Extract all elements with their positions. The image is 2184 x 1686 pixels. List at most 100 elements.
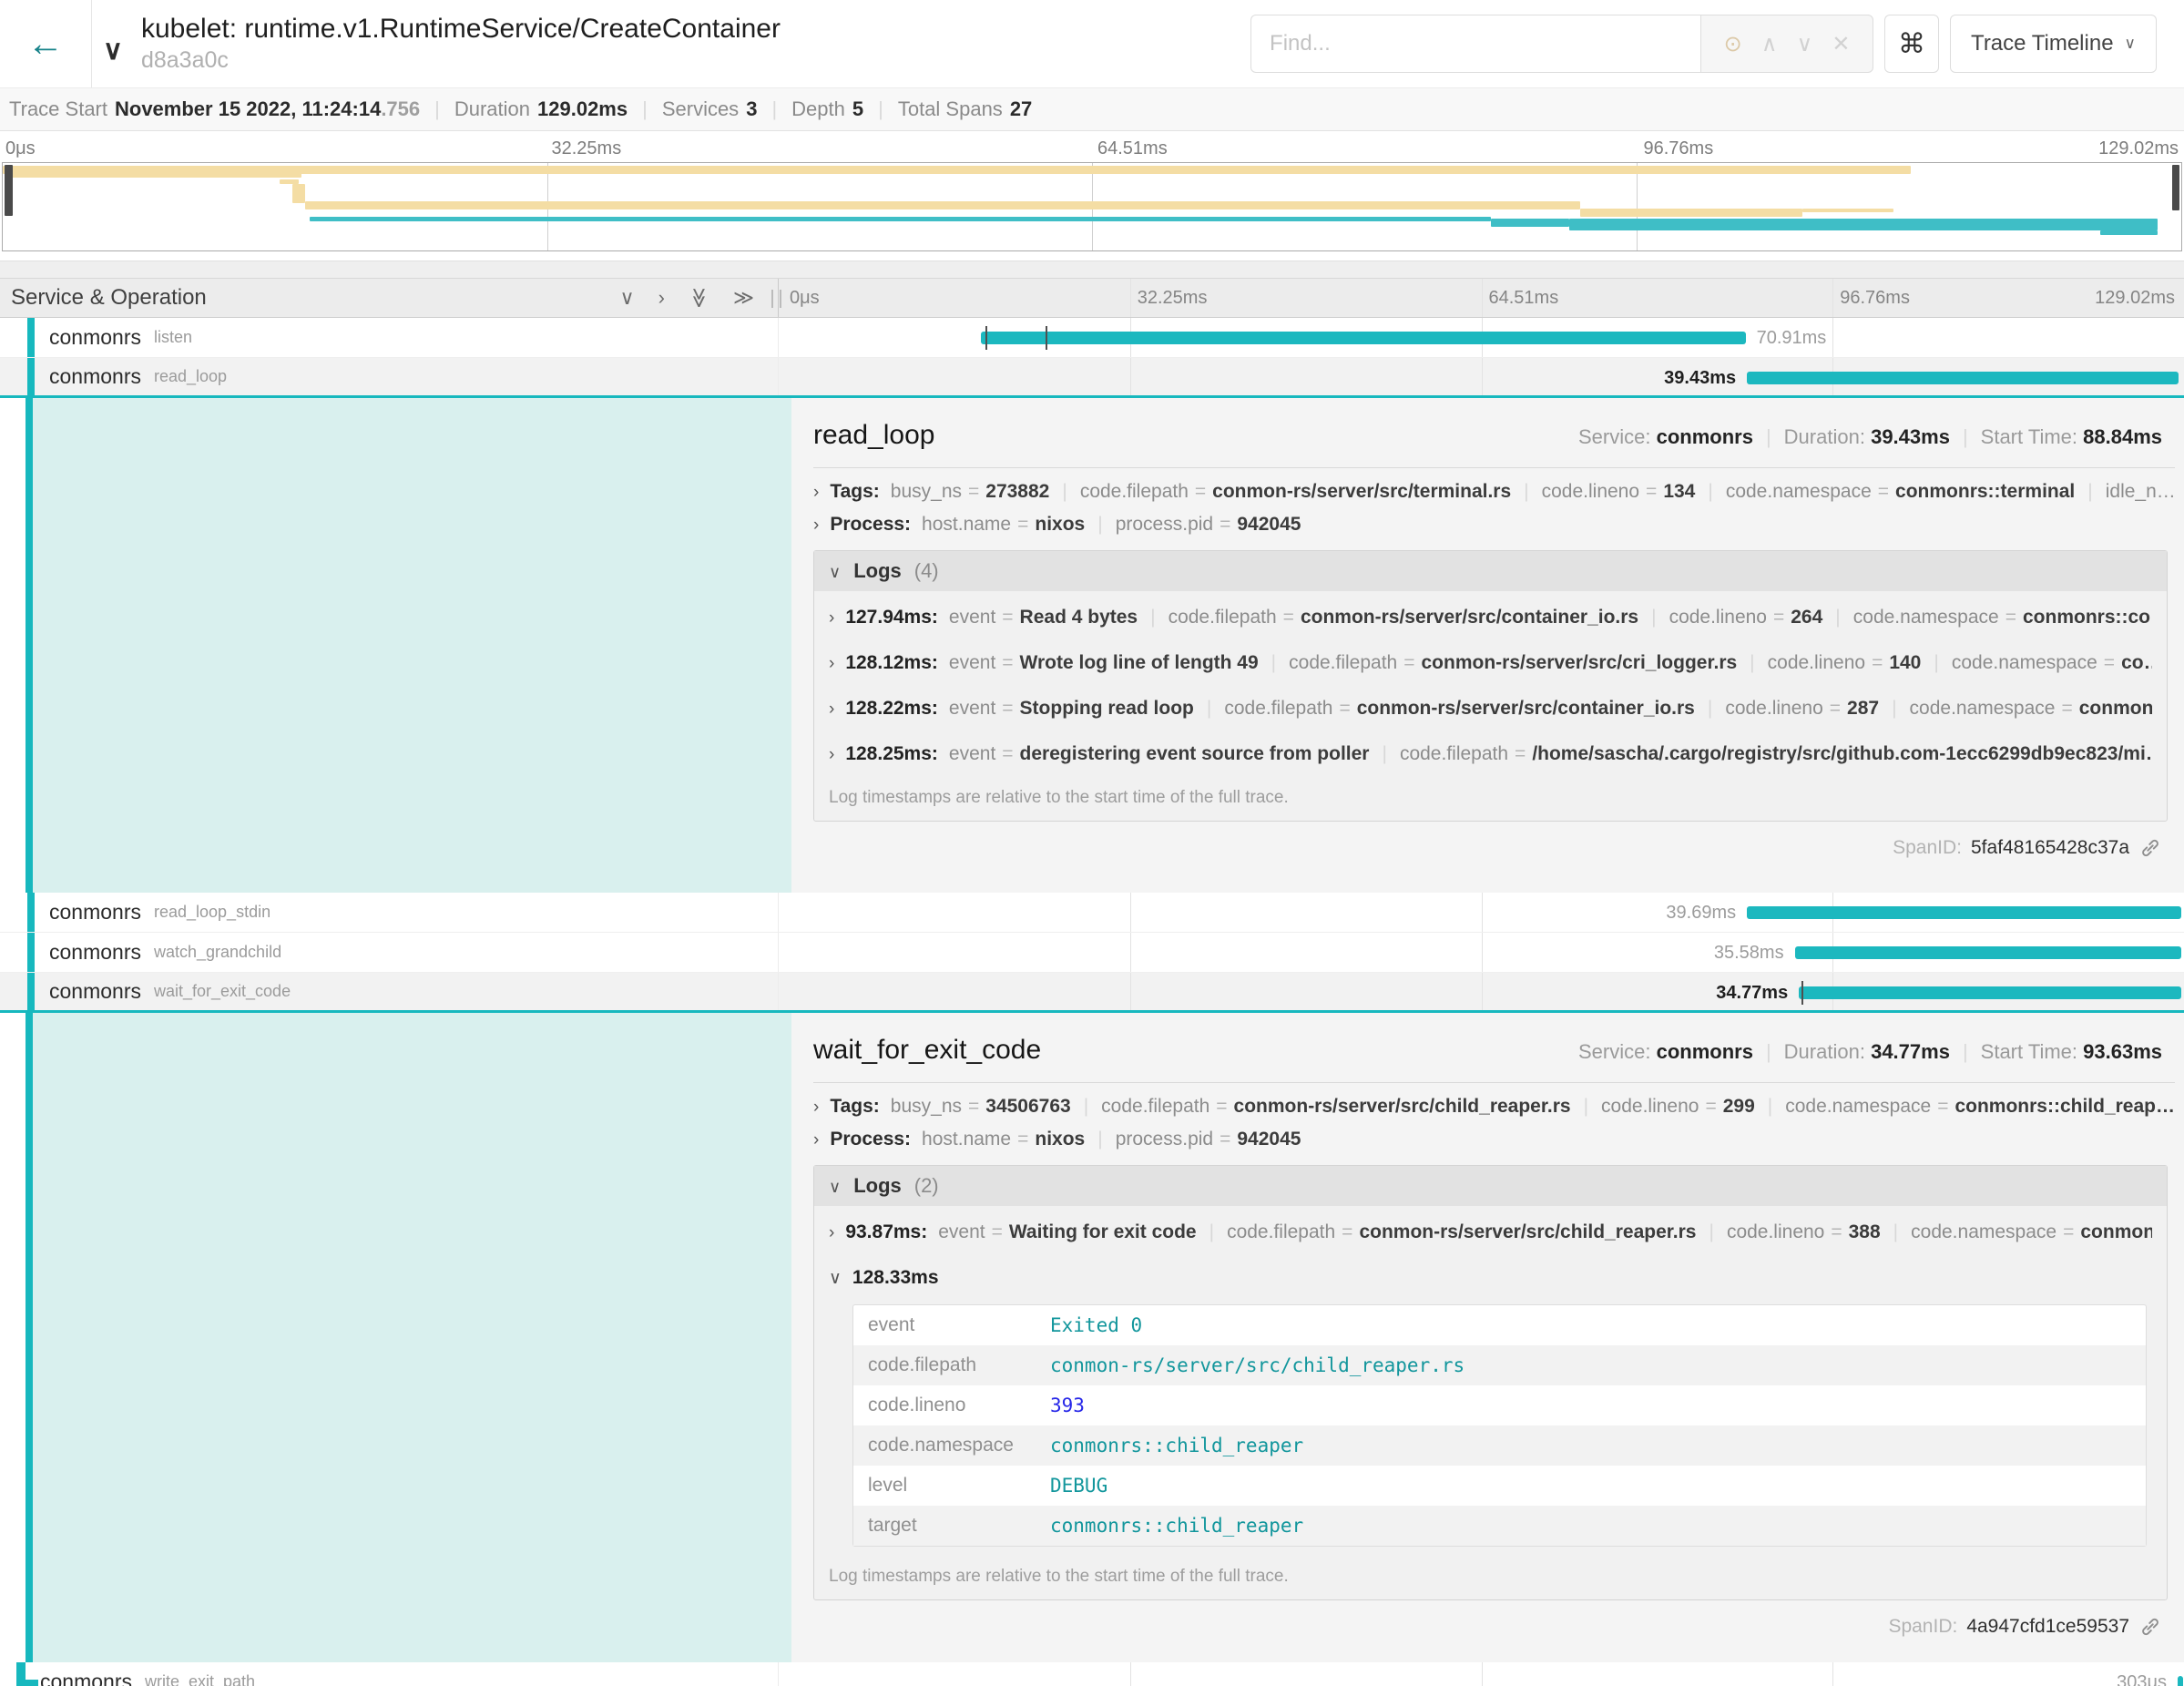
kv-pair: code.filepath=conmon-rs/server/src/child… [1101,1096,1570,1117]
span-row-timeline[interactable]: 303μs [779,1662,2184,1686]
span-row-label[interactable]: conmonrsread_loop [0,358,779,395]
span-row-read_loop_stdin[interactable]: conmonrsread_loop_stdin39.69ms [0,893,2184,933]
field-value: conmonrs::child_reaper [1050,1515,1303,1537]
kv-separator: | [1382,743,1386,764]
view-selector-dropdown[interactable]: Trace Timeline ∨ [1950,15,2157,73]
log-entry[interactable]: ›128.22ms:event=Stopping read loop|code.… [829,686,2152,731]
log-entry[interactable]: ›128.12ms:event=Wrote log line of length… [829,640,2152,686]
kv-pair: code.lineno=299 [1601,1096,1755,1117]
detail-title: read_loop [813,420,934,451]
find-clear-icon[interactable]: ✕ [1832,31,1850,57]
kv-pair: event=Wrote log line of length 49 [949,652,1259,673]
minimap-bar [2100,230,2157,235]
span-row-label[interactable]: conmonrsread_loop_stdin [0,893,779,932]
command-icon: ⌘ [1898,28,1925,60]
span-row-watch_grandchild[interactable]: conmonrswatch_grandchild35.58ms [0,933,2184,973]
minimap-canvas[interactable] [2,162,2182,251]
operation-name: listen [154,328,192,347]
span-accent-bar [27,893,35,932]
link-icon[interactable] [2138,836,2162,860]
minimap-ticks: 0μs 32.25ms 64.51ms 96.76ms 129.02ms [0,131,2184,162]
kv-pair: code.lineno=388 [1727,1221,1881,1242]
span-duration-bar[interactable] [1747,372,2179,384]
logs-header[interactable]: ∨ Logs (2) [814,1166,2167,1206]
field-value: conmonrs::child_reaper [1050,1435,1303,1456]
collapse-all-icon[interactable]: ≫ [689,287,709,308]
span-duration-bar[interactable] [1747,906,2181,919]
span-row-timeline[interactable]: 70.91ms [779,318,2184,357]
span-duration-bar[interactable] [981,332,1745,344]
kv-separator: | [1271,652,1276,673]
trace-id: d8a3a0c [141,47,781,74]
log-field-row: code.namespaceconmonrs::child_reaper [853,1425,2146,1466]
match-target-icon[interactable]: ⊙ [1724,31,1742,57]
expand-one-icon[interactable]: › [658,288,665,308]
kv-separator: | [1750,652,1754,673]
detail-left-strip [0,398,791,893]
find-next-icon[interactable]: ∨ [1797,31,1813,57]
kv-pair: busy_ns=273882 [891,481,1050,502]
operation-name: read_loop_stdin [154,903,270,922]
span-accent-bar [27,933,35,972]
span-row-label[interactable]: conmonrslisten [0,318,779,357]
minimap-bar [5,165,12,216]
keyboard-shortcuts-button[interactable]: ⌘ [1884,15,1939,73]
tags-row[interactable]: › Tags: busy_ns=273882|code.filepath=con… [813,481,2175,503]
tags-row[interactable]: › Tags: busy_ns=34506763|code.filepath=c… [813,1096,2175,1118]
log-entry[interactable]: ›128.25ms:event=deregistering event sour… [829,731,2152,777]
kv-pair: host.name=nixos [922,1129,1085,1150]
link-icon[interactable] [2138,1615,2162,1639]
span-row-timeline[interactable]: 39.43ms [779,358,2184,395]
span-row-write_exit_path[interactable]: conmonrswrite_exit_path303μs [0,1662,2184,1686]
log-entry[interactable]: ›127.94ms:event=Read 4 bytes|code.filepa… [829,595,2152,640]
minimap-bar [9,173,301,179]
operation-name: read_loop [154,367,227,386]
field-key: event [853,1314,1050,1336]
process-row[interactable]: › Process: host.name=nixos|process.pid=9… [813,1129,2175,1150]
log-marker-tick [1801,981,1803,1005]
log-entry-header[interactable]: ∨128.33ms [829,1255,2152,1301]
process-row[interactable]: › Process: host.name=nixos|process.pid=9… [813,514,2175,536]
page-title: kubelet: runtime.v1.RuntimeService/Creat… [141,14,781,46]
span-row-label[interactable]: conmonrswrite_exit_path [0,1662,779,1686]
span-rows-group: conmonrsread_loop_stdin39.69msconmonrswa… [0,893,2184,1013]
kv-pair: code.lineno=287 [1725,698,1879,719]
kv-pair: code.namespace=conmonrs::child_reap… [1785,1096,2175,1117]
log-field-row: code.lineno393 [853,1385,2146,1425]
back-arrow-icon: ← [27,26,64,62]
span-id-value: 5faf48165428c37a [1971,837,2129,859]
span-row-timeline[interactable]: 34.77ms [779,973,2184,1010]
span-duration-bar[interactable] [1799,986,2181,999]
span-duration-bar[interactable] [2178,1676,2183,1686]
span-row-wait_for_exit_code[interactable]: conmonrswait_for_exit_code34.77ms [0,973,2184,1013]
minimap-bar [1569,219,2158,230]
log-entry[interactable]: ›93.87ms:event=Waiting for exit code|cod… [829,1210,2152,1255]
trace-collapse-icon[interactable]: ∨ [103,35,123,66]
span-row-timeline[interactable]: 35.58ms [779,933,2184,972]
span-duration-bar[interactable] [1795,946,2181,959]
span-row-timeline[interactable]: 39.69ms [779,893,2184,932]
expand-all-icon[interactable]: ≫ [733,288,754,308]
summary-item: Duration129.02ms [454,97,628,121]
log-entry-expanded: ∨128.33mseventExited 0code.filepathconmo… [829,1255,2152,1547]
span-row-label[interactable]: conmonrswait_for_exit_code [0,973,779,1010]
summary-separator: | [878,97,883,121]
logs-header[interactable]: ∨ Logs (4) [814,551,2167,591]
span-row-label[interactable]: conmonrswatch_grandchild [0,933,779,972]
top-header: ← ∨ kubelet: runtime.v1.RuntimeService/C… [0,0,2184,87]
trace-summary-bar: Trace StartNovember 15 2022, 11:24:14.75… [0,87,2184,131]
collapse-one-icon[interactable]: ∨ [620,288,635,308]
span-row-read_loop[interactable]: conmonrsread_loop39.43ms [0,358,2184,398]
find-prev-icon[interactable]: ∧ [1761,31,1778,57]
span-row-listen[interactable]: conmonrslisten70.91ms [0,318,2184,358]
find-input[interactable] [1250,15,1700,73]
minimap-bar [1580,209,1802,217]
minimap-bar [305,201,1579,209]
find-controls: ⊙ ∧ ∨ ✕ [1700,15,1873,73]
kv-pair: code.filepath=conmon-rs/server/src/child… [1227,1221,1696,1242]
kv-pair: code.namespace=conmon… [1910,698,2152,719]
logs-section: ∨ Logs (2) ›93.87ms:event=Waiting for ex… [813,1165,2168,1600]
span-rows-group: conmonrswrite_exit_path303μs [0,1662,2184,1686]
kv-pair: code.filepath=conmon-rs/server/src/termi… [1080,481,1511,502]
back-button[interactable]: ← [0,0,92,87]
